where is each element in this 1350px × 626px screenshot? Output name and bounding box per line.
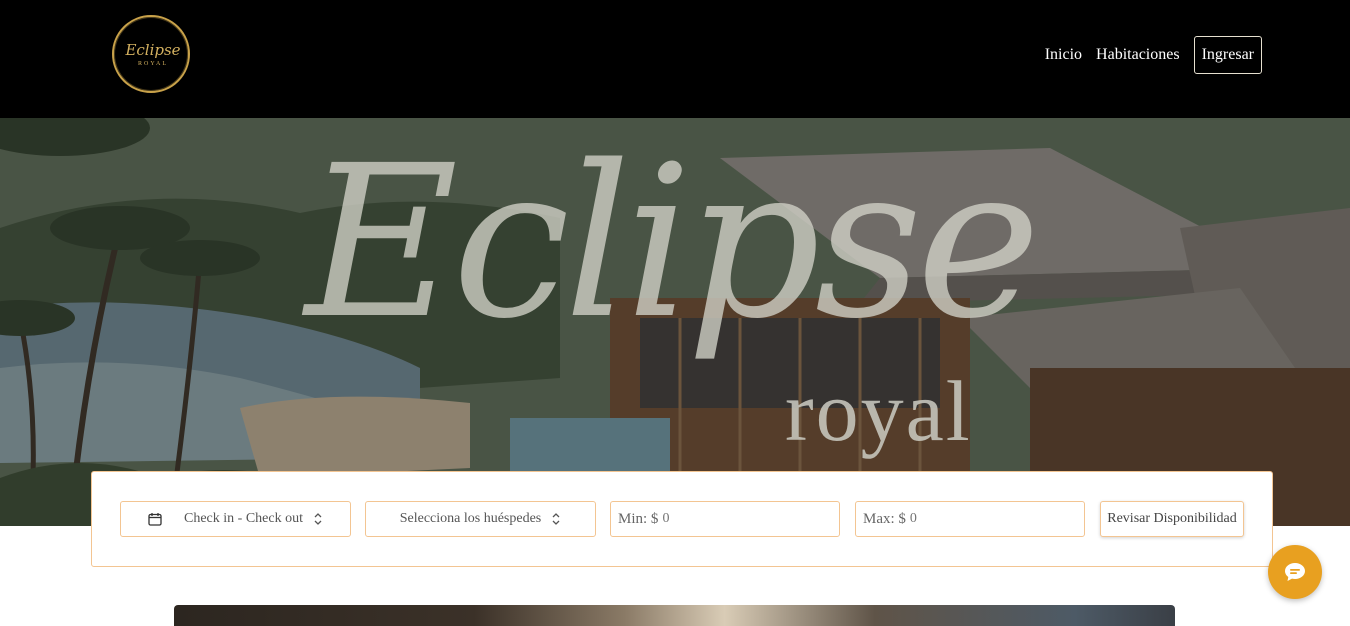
nav-link-habitaciones[interactable]: Habitaciones bbox=[1096, 46, 1180, 64]
min-price-field[interactable]: Min: $ bbox=[610, 501, 840, 537]
logo-text: Eclipse bbox=[125, 41, 181, 59]
room-preview-image bbox=[174, 605, 1175, 626]
guests-label: Selecciona los huéspedes bbox=[399, 511, 542, 526]
main-nav: Inicio Habitaciones Ingresar bbox=[1045, 36, 1262, 74]
availability-search-panel: Check in - Check out Selecciona los hués… bbox=[91, 471, 1273, 567]
check-availability-button[interactable]: Revisar Disponibilidad bbox=[1100, 501, 1244, 537]
brand-logo[interactable]: Eclipse ROYAL bbox=[112, 15, 190, 93]
nav-link-inicio[interactable]: Inicio bbox=[1045, 46, 1082, 64]
logo-subtext: ROYAL bbox=[137, 61, 168, 67]
min-price-prefix: Min: $ bbox=[618, 510, 659, 527]
guests-selector[interactable]: Selecciona los huéspedes bbox=[365, 501, 596, 537]
max-price-input[interactable] bbox=[909, 511, 1050, 527]
max-price-field[interactable]: Max: $ bbox=[855, 501, 1085, 537]
min-price-input[interactable] bbox=[662, 511, 803, 527]
chevron-updown-icon bbox=[314, 513, 322, 525]
date-range-picker[interactable]: Check in - Check out bbox=[120, 501, 351, 537]
date-range-label: Check in - Check out bbox=[184, 511, 303, 526]
hero-subtitle: royal bbox=[785, 363, 972, 459]
calendar-icon bbox=[148, 513, 162, 526]
top-navbar: Eclipse ROYAL Inicio Habitaciones Ingres… bbox=[0, 0, 1350, 118]
hero-title: Eclipse bbox=[305, 120, 1041, 365]
chat-icon bbox=[1285, 563, 1305, 581]
chat-button[interactable] bbox=[1268, 545, 1322, 599]
chevron-updown-icon bbox=[552, 513, 560, 525]
max-price-prefix: Max: $ bbox=[863, 510, 906, 527]
login-button[interactable]: Ingresar bbox=[1193, 36, 1262, 74]
hero-banner: Eclipse royal bbox=[0, 118, 1350, 526]
